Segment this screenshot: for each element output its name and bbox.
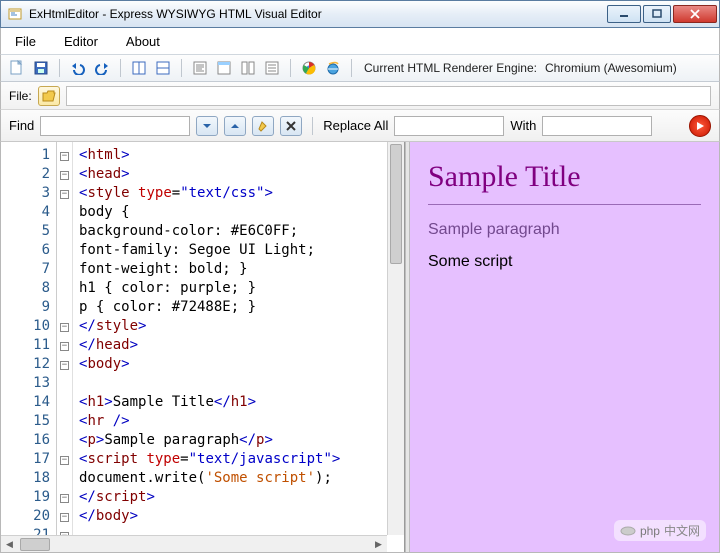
scrollbar-thumb[interactable] [20, 538, 50, 551]
undo-button[interactable] [68, 58, 88, 78]
clear-find-button[interactable] [280, 116, 302, 136]
menu-editor[interactable]: Editor [64, 34, 98, 49]
renderer-value: Chromium (Awesomium) [545, 61, 677, 75]
find-label: Find [9, 118, 34, 133]
php-logo-icon [620, 523, 636, 539]
scroll-left-arrow[interactable]: ◀ [1, 537, 18, 552]
toolbar-separator [59, 59, 60, 77]
preview-script-output: Some script [428, 253, 701, 271]
preview-paragraph: Sample paragraph [428, 221, 701, 239]
line-number-gutter: 123456789101112131415161718192021 [1, 142, 57, 552]
find-prev-button[interactable] [224, 116, 246, 136]
watermark-brand: php [640, 524, 660, 538]
scrollbar-thumb[interactable] [390, 144, 402, 264]
view-code-button[interactable] [190, 58, 210, 78]
split-vertical-button[interactable] [129, 58, 149, 78]
toolbar-separator [351, 59, 352, 77]
toolbar-separator [120, 59, 121, 77]
view-list-button[interactable] [262, 58, 282, 78]
find-input[interactable] [40, 116, 190, 136]
chrome-icon[interactable] [299, 58, 319, 78]
window-maximize-button[interactable] [643, 5, 671, 23]
replace-label: Replace All [323, 118, 388, 133]
replace-input[interactable] [394, 116, 504, 136]
window-close-button[interactable] [673, 5, 717, 23]
replace-go-button[interactable] [689, 115, 711, 137]
ie-icon[interactable] [323, 58, 343, 78]
renderer-label: Current HTML Renderer Engine: [364, 61, 537, 75]
window-titlebar: ExHtmlEditor - Express WYSIWYG HTML Visu… [0, 0, 720, 28]
scroll-right-arrow[interactable]: ▶ [370, 537, 387, 552]
find-replace-row: Find Replace All With [0, 110, 720, 142]
view-preview-button[interactable] [214, 58, 234, 78]
open-file-button[interactable] [38, 86, 60, 106]
watermark: php 中文网 [614, 520, 706, 541]
preview-heading: Sample Title [428, 160, 701, 194]
file-row: File: [0, 82, 720, 110]
folder-open-icon [42, 90, 56, 102]
menu-about[interactable]: About [126, 34, 160, 49]
toolbar-separator [312, 117, 313, 135]
with-label: With [510, 118, 536, 133]
menu-file[interactable]: File [15, 34, 36, 49]
fold-gutter[interactable]: −−− −−− − −−− [57, 142, 73, 552]
redo-button[interactable] [92, 58, 112, 78]
vertical-scrollbar[interactable] [387, 142, 404, 535]
find-next-button[interactable] [196, 116, 218, 136]
toolbar-separator [181, 59, 182, 77]
code-text-area[interactable]: <html> <head> <style type="text/css"> bo… [73, 142, 404, 552]
toolbar-separator [290, 59, 291, 77]
horizontal-scrollbar[interactable]: ◀ ▶ [1, 535, 387, 552]
window-minimize-button[interactable] [607, 5, 641, 23]
window-title: ExHtmlEditor - Express WYSIWYG HTML Visu… [29, 7, 607, 21]
split-container: 123456789101112131415161718192021 −−− −−… [0, 142, 720, 553]
file-path-input[interactable] [66, 86, 711, 106]
app-icon [7, 6, 23, 22]
view-both-button[interactable] [238, 58, 258, 78]
new-file-button[interactable] [7, 58, 27, 78]
highlight-button[interactable] [252, 116, 274, 136]
with-input[interactable] [542, 116, 652, 136]
code-editor-pane: 123456789101112131415161718192021 −−− −−… [1, 142, 405, 552]
save-button[interactable] [31, 58, 51, 78]
file-label: File: [9, 89, 32, 103]
split-horizontal-button[interactable] [153, 58, 173, 78]
main-toolbar: Current HTML Renderer Engine: Chromium (… [0, 54, 720, 82]
preview-hr [428, 204, 701, 205]
menu-bar: File Editor About [0, 28, 720, 54]
preview-pane: Sample Title Sample paragraph Some scrip… [410, 142, 719, 552]
watermark-text: 中文网 [664, 522, 700, 539]
